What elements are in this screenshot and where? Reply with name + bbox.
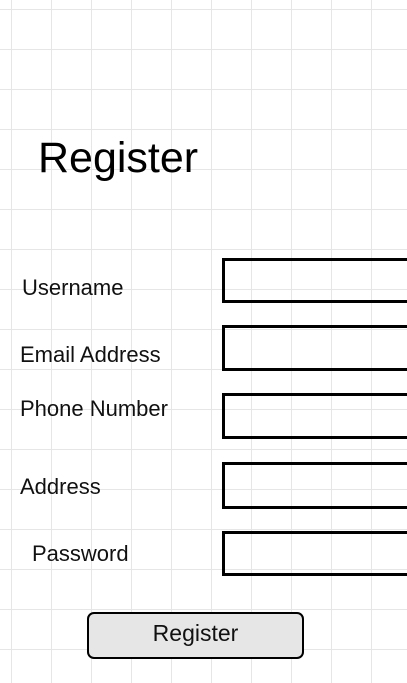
- page-title: Register: [38, 134, 199, 182]
- phone-number-label: Phone Number: [20, 396, 168, 421]
- address-label: Address: [20, 474, 101, 499]
- password-field[interactable]: [222, 531, 407, 576]
- register-button[interactable]: Register: [87, 612, 304, 659]
- address-field[interactable]: [222, 462, 407, 509]
- phone-number-field[interactable]: [222, 393, 407, 439]
- password-label: Password: [32, 541, 129, 566]
- email-address-field[interactable]: [222, 325, 407, 371]
- username-field[interactable]: [222, 258, 407, 303]
- username-label: Username: [22, 275, 124, 300]
- email-address-label: Email Address: [20, 342, 161, 367]
